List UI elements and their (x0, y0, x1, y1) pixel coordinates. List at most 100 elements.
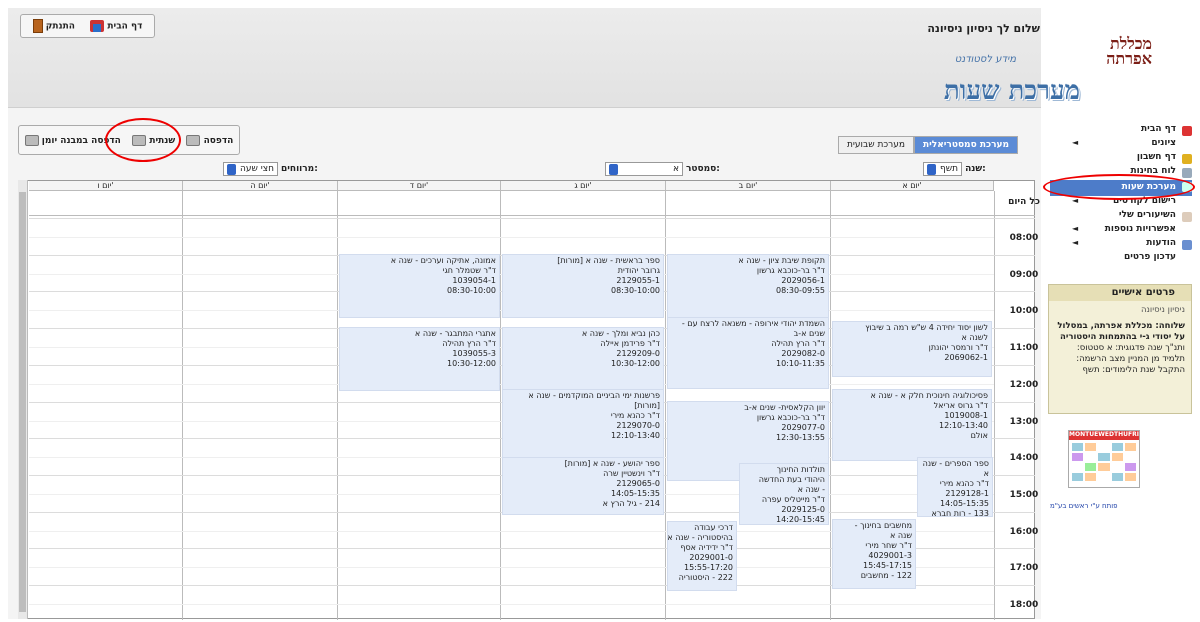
lesson-block[interactable]: לשון יסוד יחידה 4 ש"ש רמה ב שיבוץ לשנה אד… (832, 321, 992, 377)
door-icon (32, 19, 43, 33)
lesson-line: 10:10-11:35 (776, 359, 825, 368)
lesson-line: 2069062-1 (944, 353, 988, 362)
lesson-block[interactable]: ספר הספרים - שנה א ד"ר כהנא מירי 2129128-1 1… (917, 457, 993, 517)
home-button[interactable]: דף הבית (90, 20, 142, 32)
lesson-line: היהודי בעת החדשה (758, 475, 825, 484)
sidebar-item-messages[interactable]: ◄ הודעות (1050, 238, 1192, 252)
calendar-image: MON TUE WED THU FRI (1068, 430, 1140, 488)
lesson-line: 08:30-09:55 (776, 286, 825, 295)
lesson-line: 12:30-13:55 (776, 433, 825, 442)
lesson-block[interactable]: אמונה, אתיקה וערכים - שנה א ד"ר שטמלר חגי… (339, 254, 500, 318)
personal-details-title: פרטים אישיים (1049, 285, 1191, 301)
tab-semester[interactable]: מערכת סמסטריאלית (913, 136, 1018, 154)
home-label: דף הבית (107, 21, 143, 32)
sidebar-item-my-lessons[interactable]: השיעורים שלי (1050, 210, 1192, 224)
time-label: 08:00 (1009, 233, 1039, 243)
lesson-line: מחשבים בחינוך - (854, 521, 912, 530)
spacing-filter: חצי שעה מרווחים: (223, 162, 318, 176)
printer-icon (186, 134, 201, 146)
semester-select[interactable]: א (605, 162, 683, 176)
lesson-block[interactable]: ספר בראשית - שנה א [מורות] גרובר יהודית 21… (502, 254, 664, 318)
lesson-line: 2029056-1 (781, 276, 825, 285)
lesson-block[interactable]: ספר יהושע - שנה א [מורות] ד"ר וינשטיין שר… (502, 457, 664, 515)
lesson-block[interactable]: תולדות החינוך היהודי בעת החדשה - שנה א ד"ר … (739, 463, 829, 525)
lesson-line: ד"ר וינשטיין שרה (603, 469, 660, 478)
lesson-line: תקופת שיבת ציון - שנה א (738, 256, 825, 265)
scrollbar-thumb[interactable] (19, 192, 26, 612)
year-select[interactable]: תשף (923, 162, 963, 176)
logout-button[interactable]: התנתק (32, 19, 75, 33)
spacing-select[interactable]: חצי שעה (223, 162, 278, 176)
account-icon (1182, 154, 1192, 164)
lesson-line: 15:45-17:15 (863, 561, 912, 570)
calendar-day: TUE (1085, 431, 1099, 438)
tab-weekly[interactable]: מערכת שבועית (838, 136, 914, 154)
lesson-line: 14:20-15:45 (776, 515, 825, 524)
details-line: ותנ"ך שנה פדגוגית: א סטטוס: (1076, 343, 1185, 353)
all-day-label: כל היום (1008, 197, 1040, 207)
year-value: תשף (940, 164, 959, 174)
lesson-line: ד"ר שטמלר חגי (442, 266, 496, 275)
lesson-line: השמדת יהודי אירופה - משנאה לרצח עם - (681, 319, 825, 328)
lesson-line: 2129128-1 (945, 489, 989, 498)
sidebar-item-update-details[interactable]: עדכון פרטים (1050, 252, 1192, 266)
calendar-icon (1182, 168, 1192, 178)
year-filter: תשף שנה: (923, 162, 986, 176)
lesson-line: ד"ר מייטליס עפרה (761, 495, 825, 504)
lesson-block[interactable]: אתגרי המתבגר - שנה א ד"ר הרץ תהילה 1039055… (339, 327, 500, 391)
lesson-line: שנים א-ב (793, 329, 825, 338)
lesson-line: פרשנות ימי הביניים המוקדמים - שנה א (528, 391, 660, 400)
sidebar-item-grades[interactable]: ◄ ציונים (1050, 138, 1192, 152)
lesson-line: אמונה, אתיקה וערכים - שנה א (390, 256, 496, 265)
developer-credit-link[interactable]: פותח ע"י ראשים בע"מ (1050, 502, 1118, 510)
logo-text: מכללת אפרתה (1106, 34, 1152, 68)
lesson-line: 10:30-12:00 (447, 359, 496, 368)
semester-label: סמסטר: (686, 164, 720, 174)
lesson-line: 1039055-3 (452, 349, 496, 358)
sidebar-item-more-options[interactable]: ◄ אפשרויות נוספות (1050, 224, 1192, 238)
time-label: 12:00 (1009, 380, 1039, 390)
chevron-left-icon: ◄ (1072, 238, 1079, 247)
calendar-day: MON (1069, 431, 1086, 438)
day-header: יום ה' (183, 181, 338, 191)
lesson-block[interactable]: מחשבים בחינוך - שנה א ד"ר שחר מירי 4029001-… (832, 519, 916, 589)
logout-label: התנתק (45, 21, 75, 32)
sidebar-item-label: דף חשבון (1136, 152, 1176, 162)
lesson-line: 1019008-1 (944, 411, 988, 420)
lesson-block[interactable]: פסיכולוגיה חינוכית חלק א - שנה א ד"ר גרוס… (832, 389, 992, 461)
sidebar-item-label: דף הבית (1141, 124, 1176, 134)
lesson-line: ד"ר ורמסר יהונתן (928, 343, 988, 352)
lesson-line: ד"ר כהנא מירי (610, 411, 660, 420)
lesson-line: 2029125-0 (781, 505, 825, 514)
lesson-line: תולדות החינוך (776, 465, 825, 474)
calendar-day: THU (1113, 431, 1128, 438)
semester-filter: א סמסטר: (605, 162, 720, 176)
time-row: 18:00 (29, 585, 1038, 622)
print-button[interactable]: הדפסה (186, 134, 233, 146)
sidebar-item-account[interactable]: דף חשבון (1050, 152, 1192, 166)
details-line: תלמיד מן המניין מצב הרשמה: (1076, 354, 1185, 364)
lesson-line: 4029001-3 (868, 551, 912, 560)
lesson-line: גרובר יהודית (617, 266, 660, 275)
lesson-block[interactable]: פרשנות ימי הביניים המוקדמים - שנה א [מורו… (502, 389, 664, 461)
lesson-line: בהיסטוריה - שנה א (667, 533, 733, 542)
lesson-line: 08:30-10:00 (611, 286, 660, 295)
spacing-label: מרווחים: (280, 164, 318, 174)
lesson-line: ספר יהושע - שנה א [מורות] (564, 459, 660, 468)
sidebar-item-label: הודעות (1146, 238, 1176, 248)
day-header: יום א' (831, 181, 994, 191)
lesson-line: דרכי עבודה (694, 523, 733, 532)
lesson-block[interactable]: תקופת שיבת ציון - שנה א ד"ר בר-כוכבא גרשו… (667, 254, 829, 318)
lesson-line: 214 - גיל הרץ א (602, 499, 660, 508)
lesson-line: 222 - היסטוריה (678, 573, 733, 582)
vertical-scrollbar[interactable] (18, 180, 28, 619)
day-header: יום ג' (501, 181, 666, 191)
personal-details-body: ניסיון ניסיונה שלוחה: מכללת אפרתה, במסלו… (1049, 301, 1191, 380)
sidebar-item-label: אפשרויות נוספות (1104, 224, 1176, 234)
lesson-block[interactable]: דרכי עבודה בהיסטוריה - שנה א ד"ר ידידיה אס… (667, 521, 737, 591)
sidebar-item-home[interactable]: דף הבית (1050, 124, 1192, 138)
lesson-block[interactable]: השמדת יהודי אירופה - משנאה לרצח עם - שנים… (667, 317, 829, 389)
lesson-block[interactable]: כהן נביא ומלך - שנה א ד"ר פרידמן איילה 212… (502, 327, 664, 391)
lesson-line: אתגרי המתבגר - שנה א (414, 329, 496, 338)
lesson-line: 2029001-0 (689, 553, 733, 562)
